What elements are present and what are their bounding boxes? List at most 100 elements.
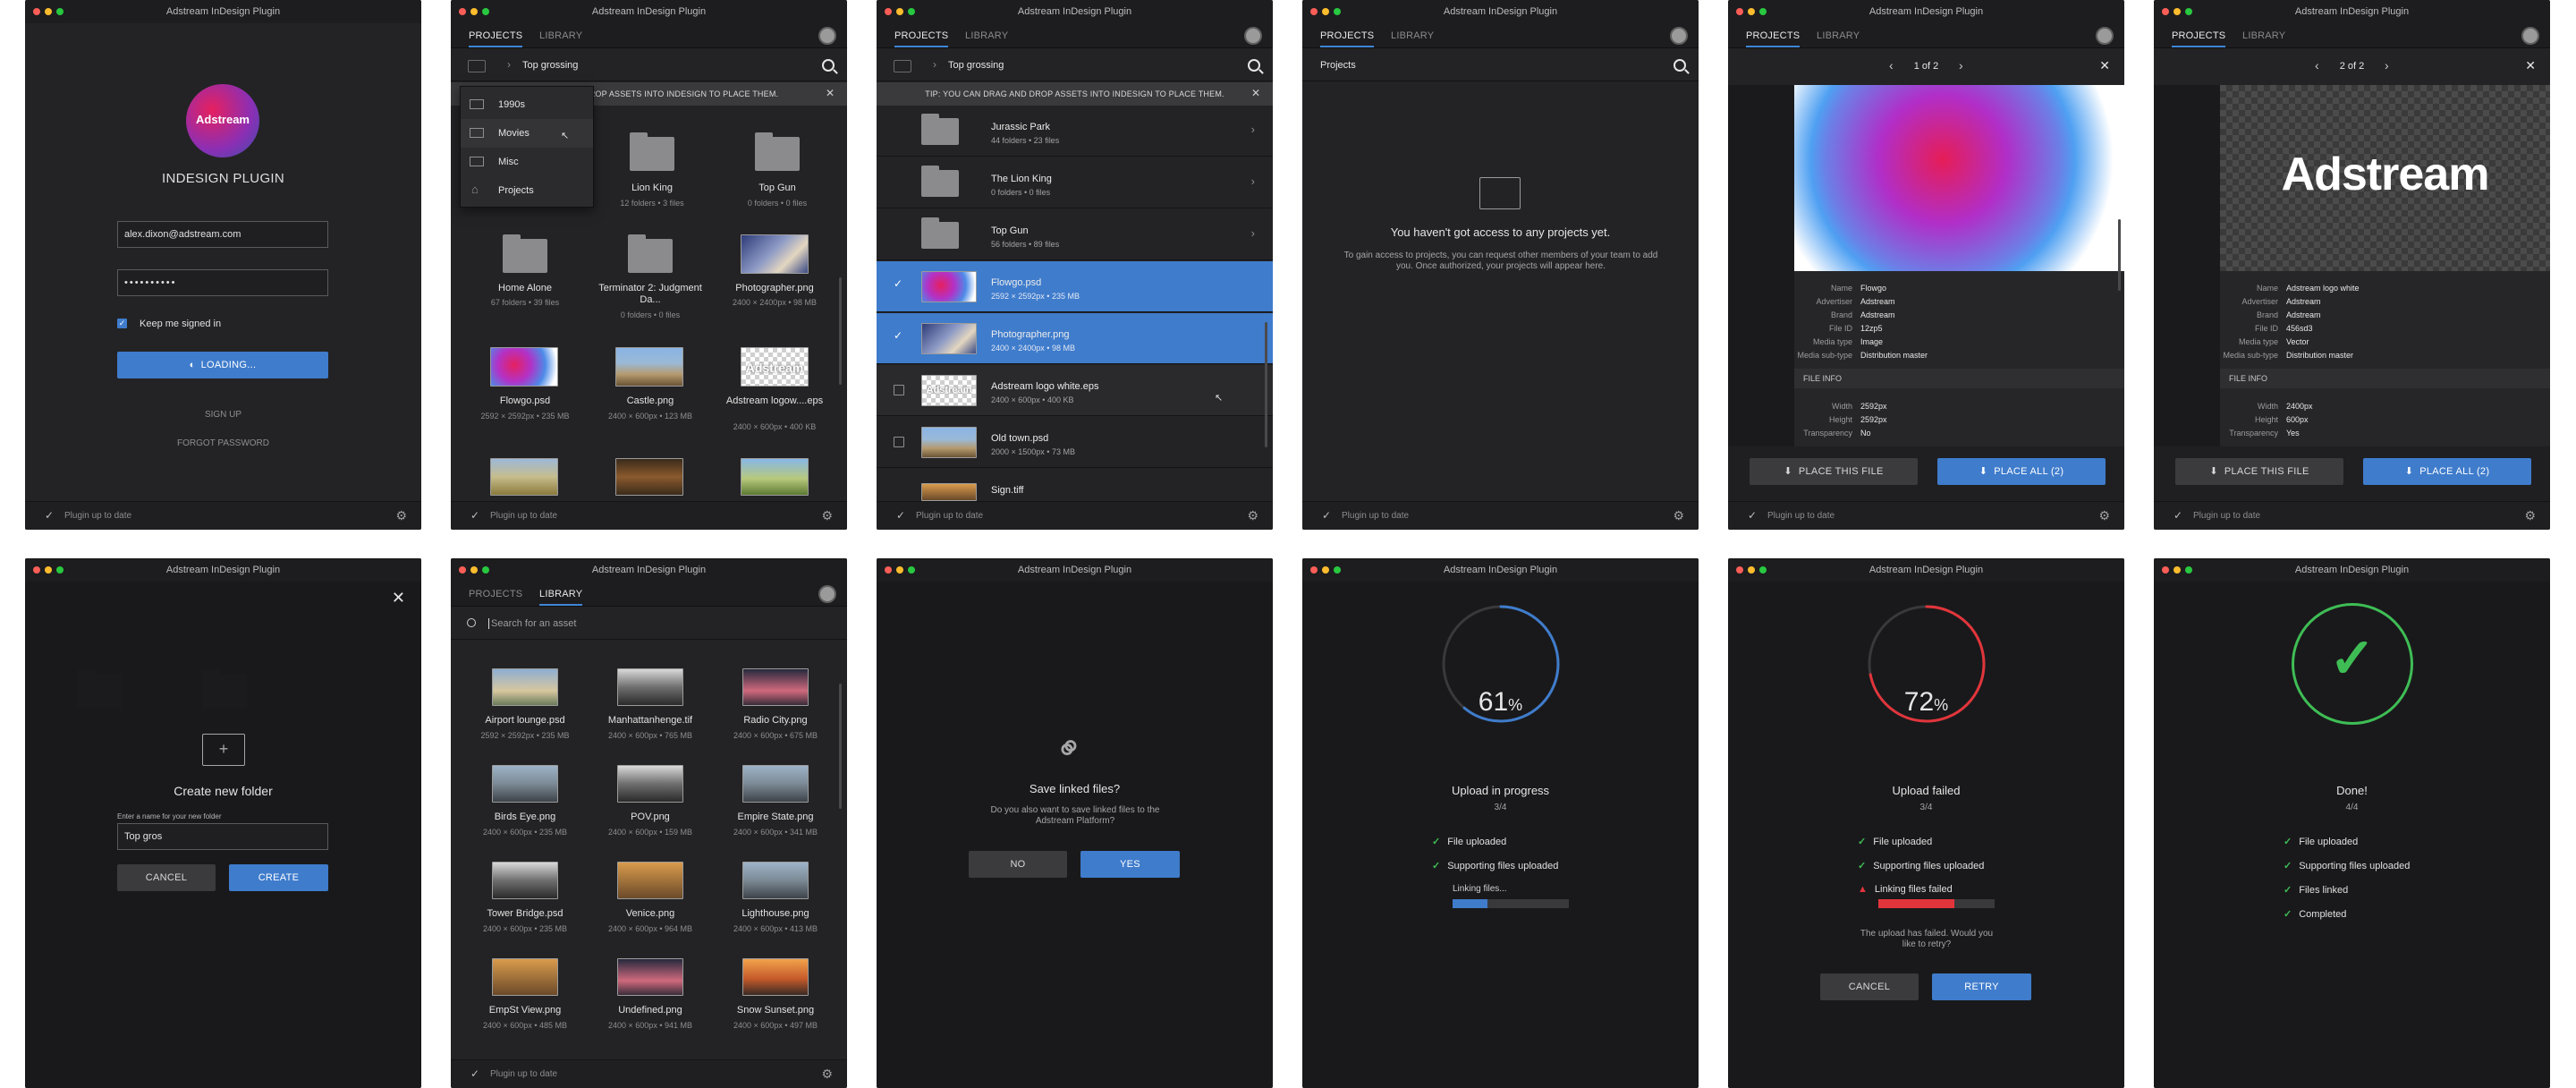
checkbox[interactable] [894,437,904,447]
minimize-window-icon[interactable] [1322,566,1329,574]
zoom-window-icon[interactable] [2185,8,2192,15]
list-item[interactable]: ✓ Photographer.png 2400 × 2400px • 98 MB [877,313,1273,364]
scrollbar[interactable] [839,684,842,809]
gear-icon[interactable]: ⚙ [821,1067,833,1082]
tab-library[interactable]: LIBRARY [539,589,583,606]
folder-icon[interactable] [503,234,547,273]
tab-projects[interactable]: PROJECTS [469,30,523,47]
keep-signed-in-checkbox[interactable]: ✓ [117,319,127,328]
close-window-icon[interactable] [33,8,40,15]
asset-thumbnail[interactable] [741,458,809,496]
tab-library[interactable]: LIBRARY [2242,30,2285,41]
gear-icon[interactable]: ⚙ [821,508,833,523]
close-window-icon[interactable] [2162,566,2169,574]
folder-icon[interactable] [628,234,673,273]
list-item[interactable]: The Lion King 0 folders • 0 files › [877,157,1273,208]
tab-library[interactable]: LIBRARY [1817,30,1860,41]
folder-icon[interactable] [755,132,800,171]
asset-thumbnail[interactable] [490,458,558,496]
retry-button[interactable]: RETRY [1932,973,2031,1000]
folder-name-input[interactable]: Top gros [117,823,328,850]
zoom-window-icon[interactable] [1759,566,1767,574]
dropdown-item[interactable]: ⌂ Projects [461,176,593,205]
user-avatar[interactable] [818,585,836,603]
minimize-window-icon[interactable] [1748,8,1755,15]
folder-switch-icon[interactable] [894,60,911,72]
minimize-window-icon[interactable] [896,8,903,15]
yes-button[interactable]: YES [1080,851,1180,878]
user-avatar[interactable] [1670,27,1688,45]
zoom-window-icon[interactable] [56,566,64,574]
minimize-window-icon[interactable] [1322,8,1329,15]
library-search[interactable]: Search for an asset [451,608,847,640]
zoom-window-icon[interactable] [908,8,915,15]
minimize-window-icon[interactable] [2174,566,2181,574]
no-button[interactable]: NO [969,851,1067,878]
asset-thumbnail[interactable] [492,958,558,996]
asset-thumbnail[interactable] [741,234,809,274]
gear-icon[interactable]: ⚙ [2098,508,2110,523]
zoom-window-icon[interactable] [2185,566,2192,574]
list-item[interactable]: Old town.psd 2000 × 1500px • 73 MB [877,417,1273,468]
zoom-window-icon[interactable] [908,566,915,574]
minimize-window-icon[interactable] [470,8,478,15]
sign-up-link[interactable]: SIGN UP [25,410,421,420]
folder-icon[interactable] [630,132,674,171]
gear-icon[interactable]: ⚙ [1247,508,1258,523]
tab-projects[interactable]: PROJECTS [1746,30,1801,47]
asset-thumbnail[interactable] [617,668,683,706]
close-icon[interactable]: ✕ [392,589,405,608]
asset-thumbnail[interactable]: Adstream [741,347,809,387]
scrollbar[interactable] [2118,219,2121,291]
asset-thumbnail[interactable] [742,862,809,899]
place-this-file-button[interactable]: ⬇ PLACE THIS FILE [2175,458,2343,485]
asset-thumbnail[interactable] [492,765,558,803]
close-window-icon[interactable] [1310,566,1318,574]
gear-icon[interactable]: ⚙ [2524,508,2536,523]
user-avatar[interactable] [1244,27,1262,45]
close-window-icon[interactable] [2162,8,2169,15]
tab-library[interactable]: LIBRARY [539,30,582,41]
gear-icon[interactable]: ⚙ [1673,508,1684,523]
search-icon[interactable] [1248,59,1260,72]
zoom-window-icon[interactable] [1334,8,1341,15]
close-tip-icon[interactable]: ✕ [826,87,835,99]
create-button[interactable]: CREATE [229,864,328,891]
list-item[interactable]: ✓ Flowgo.psd 2592 × 2592px • 235 MB [877,261,1273,312]
close-window-icon[interactable] [1310,8,1318,15]
scrollbar[interactable] [839,277,842,385]
place-all-button[interactable]: ⬇ PLACE ALL (2) [1937,458,2106,485]
list-item[interactable]: Jurassic Park 44 folders • 23 files › [877,106,1273,157]
minimize-window-icon[interactable] [45,566,52,574]
close-window-icon[interactable] [459,566,466,574]
close-window-icon[interactable] [459,8,466,15]
minimize-window-icon[interactable] [896,566,903,574]
zoom-window-icon[interactable] [482,8,489,15]
tab-library[interactable]: LIBRARY [965,30,1008,41]
asset-thumbnail[interactable] [742,958,809,996]
password-field[interactable]: •••••••••• [117,269,328,296]
asset-thumbnail[interactable] [490,347,558,387]
cancel-button[interactable]: CANCEL [1820,973,1919,1000]
list-item[interactable]: Adstream Adstream logo white.eps 2400 × 60… [877,365,1273,416]
dropdown-item[interactable]: Misc [461,148,593,176]
asset-thumbnail[interactable] [617,862,683,899]
dropdown-item[interactable]: 1990s [461,90,593,119]
minimize-window-icon[interactable] [2174,8,2181,15]
user-avatar[interactable] [818,27,836,45]
tab-projects[interactable]: PROJECTS [469,589,522,599]
asset-thumbnail[interactable] [492,668,558,706]
next-icon[interactable]: › [2385,58,2389,72]
search-input[interactable]: Search for an asset [488,618,576,629]
place-all-button[interactable]: ⬇ PLACE ALL (2) [2363,458,2531,485]
close-icon[interactable]: ✕ [2525,58,2536,73]
checkbox-checked-icon[interactable]: ✓ [894,277,902,290]
minimize-window-icon[interactable] [1748,566,1755,574]
dropdown-item[interactable]: Movies ↖ [461,119,593,148]
asset-thumbnail[interactable] [742,668,809,706]
checkbox-checked-icon[interactable]: ✓ [894,329,902,342]
gear-icon[interactable]: ⚙ [395,508,407,523]
close-window-icon[interactable] [885,8,892,15]
asset-thumbnail[interactable] [492,862,558,899]
close-window-icon[interactable] [33,566,40,574]
